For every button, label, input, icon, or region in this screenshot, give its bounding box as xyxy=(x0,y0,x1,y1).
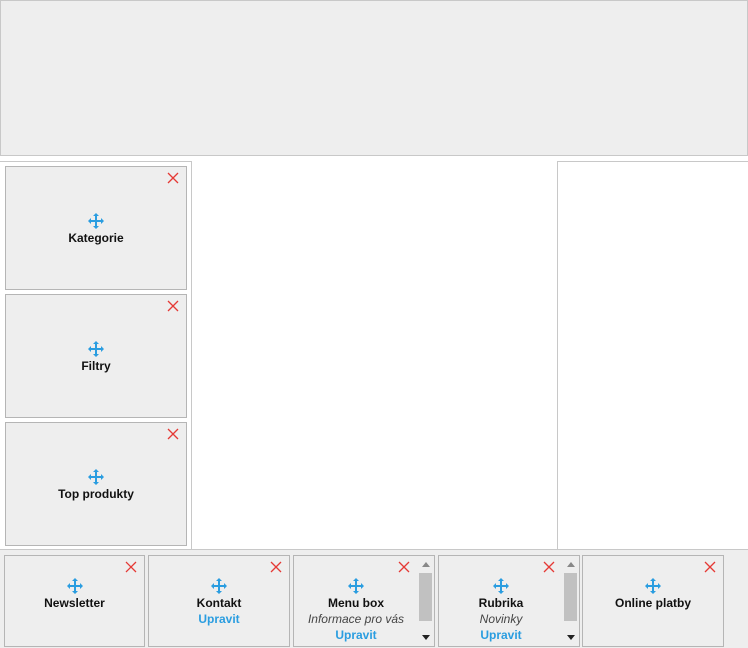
close-icon[interactable] xyxy=(167,428,179,440)
close-icon[interactable] xyxy=(270,561,282,573)
scroll-down-arrow-icon[interactable] xyxy=(567,635,575,640)
move-icon[interactable] xyxy=(645,578,661,594)
close-icon[interactable] xyxy=(704,561,716,573)
widget-rubrika[interactable]: Rubrika Novinky Upravit xyxy=(438,555,580,647)
widget-title: Online platby xyxy=(614,596,691,610)
widget-title: Kategorie xyxy=(68,231,124,245)
right-sidebar-zone xyxy=(557,161,748,549)
widget-kategorie[interactable]: Kategorie xyxy=(5,166,187,290)
scroll-thumb[interactable] xyxy=(564,573,577,621)
scroll-thumb[interactable] xyxy=(419,573,432,621)
move-icon[interactable] xyxy=(211,578,227,594)
move-icon[interactable] xyxy=(88,213,104,229)
header-drop-zone xyxy=(0,0,748,156)
widget-online-platby[interactable]: Online platby xyxy=(582,555,724,647)
close-icon[interactable] xyxy=(125,561,137,573)
widget-filtry[interactable]: Filtry xyxy=(5,294,187,418)
widget-top-produkty[interactable]: Top produkty xyxy=(5,422,187,546)
close-icon[interactable] xyxy=(167,172,179,184)
widget-title: Kontakt xyxy=(196,596,242,610)
widget-title: Menu box xyxy=(328,596,384,610)
widget-subtitle: Informace pro vás xyxy=(307,612,405,626)
scrollbar[interactable] xyxy=(564,560,577,642)
move-icon[interactable] xyxy=(88,469,104,485)
widget-title: Filtry xyxy=(81,359,111,373)
move-icon[interactable] xyxy=(88,341,104,357)
widget-newsletter[interactable]: Newsletter xyxy=(4,555,145,647)
footer-drop-zone: Newsletter Kontakt Upravit Menu box Info… xyxy=(0,549,748,648)
widget-title: Rubrika xyxy=(478,596,524,610)
close-icon[interactable] xyxy=(398,561,410,573)
widget-menu-box[interactable]: Menu box Informace pro vás Upravit xyxy=(293,555,435,647)
scroll-up-arrow-icon[interactable] xyxy=(422,562,430,567)
widget-subtitle: Novinky xyxy=(479,612,523,626)
close-icon[interactable] xyxy=(167,300,179,312)
widget-title: Top produkty xyxy=(58,487,134,501)
scrollbar[interactable] xyxy=(419,560,432,642)
left-sidebar-zone: Kategorie Filtry Top produkty xyxy=(0,161,192,549)
move-icon[interactable] xyxy=(66,578,83,594)
move-icon[interactable] xyxy=(493,578,509,594)
widget-kontakt[interactable]: Kontakt Upravit xyxy=(148,555,290,647)
scroll-down-arrow-icon[interactable] xyxy=(422,635,430,640)
edit-link[interactable]: Upravit xyxy=(294,628,418,642)
edit-link[interactable]: Upravit xyxy=(149,612,289,626)
edit-link[interactable]: Upravit xyxy=(439,628,563,642)
move-icon[interactable] xyxy=(348,578,364,594)
close-icon[interactable] xyxy=(543,561,555,573)
scroll-up-arrow-icon[interactable] xyxy=(567,562,575,567)
widget-title: Newsletter xyxy=(44,596,105,610)
